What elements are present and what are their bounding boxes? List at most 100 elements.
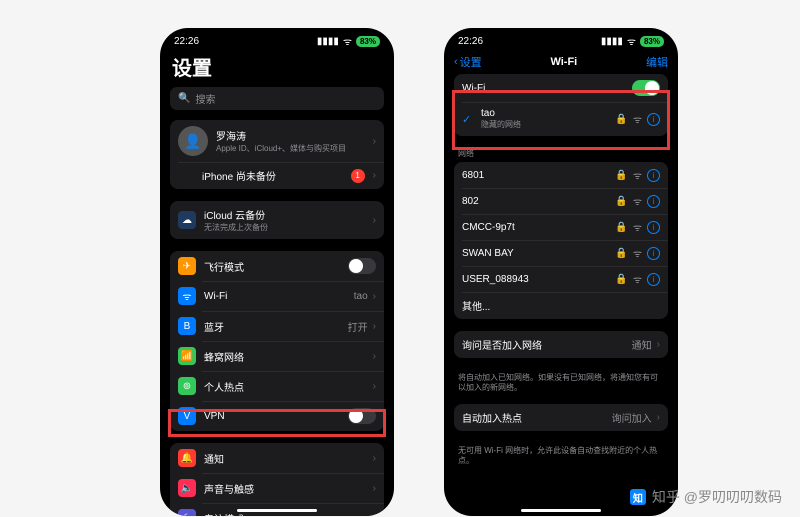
signal-icon: ▮▮▮▮	[317, 36, 339, 47]
profile-name: 罗海涛	[216, 128, 365, 143]
search-input[interactable]: 🔍 搜索	[170, 87, 384, 110]
info-icon[interactable]: i	[647, 113, 660, 126]
profile-row[interactable]: 👤 罗海涛 Apple ID、iCloud+、媒体与购买项目 ›	[170, 120, 384, 162]
badge: 1	[351, 169, 365, 183]
network-row[interactable]: 6801🔒ᯤi	[454, 162, 668, 188]
watermark: 知 知乎 @罗叨叨叨数码	[630, 487, 782, 507]
wifi-signal-icon: ᯤ	[633, 220, 642, 234]
chevron-icon: ›	[373, 381, 376, 392]
wifi-toggle-row[interactable]: Wi-Fi	[454, 74, 668, 102]
toggle[interactable]	[348, 258, 376, 274]
status-bar: 22:26 ▮▮▮▮ ᯤ 83%	[160, 28, 394, 50]
ask-join-group: 询问是否加入网络 通知›	[454, 331, 668, 358]
ask-join-row[interactable]: 询问是否加入网络 通知›	[454, 331, 668, 358]
settings-row-声音与触感[interactable]: 🔈声音与触感›	[170, 473, 384, 503]
zhihu-logo-icon: 知	[630, 489, 646, 505]
networks-header: 网络	[454, 148, 668, 162]
connected-network-row[interactable]: ✓ tao 隐藏的网络 🔒 ᯤ i	[454, 102, 668, 136]
phone-wifi: 22:26 ▮▮▮▮ ᯤ 83% ‹设置 Wi-Fi 编辑 Wi-Fi ✓	[444, 28, 678, 516]
other-network-row[interactable]: 其他...	[454, 292, 668, 319]
status-bar: 22:26 ▮▮▮▮ ᯤ 83%	[444, 28, 678, 50]
edit-button[interactable]: 编辑	[646, 54, 668, 70]
auto-hotspot-row[interactable]: 自动加入热点 询问加入›	[454, 404, 668, 431]
search-icon: 🔍	[178, 93, 190, 104]
nav-title: Wi-Fi	[550, 56, 577, 68]
wifi-signal-icon: ᯤ	[633, 168, 642, 182]
wifi-toggle[interactable]	[632, 80, 660, 96]
ask-join-note: 将自动加入已知网络。如果没有已知网络，将通知您有可以加入的新网络。	[454, 370, 668, 404]
network-row[interactable]: CMCC-9p7t🔒ᯤi	[454, 214, 668, 240]
settings-row-通知[interactable]: 🔔通知›	[170, 443, 384, 473]
chevron-icon: ›	[373, 170, 376, 181]
lock-icon: 🔒	[615, 196, 627, 207]
row-icon: B	[178, 317, 196, 335]
avatar: 👤	[178, 126, 208, 156]
phone-settings: 22:26 ▮▮▮▮ ᯤ 83% 设置 🔍 搜索 👤 罗海涛 Apple ID、…	[160, 28, 394, 516]
info-icon[interactable]: i	[647, 221, 660, 234]
info-icon[interactable]: i	[647, 247, 660, 260]
row-icon: ᯤ	[178, 287, 196, 305]
settings-row-蜂窝网络[interactable]: 📶蜂窝网络›	[170, 341, 384, 371]
row-icon: 📶	[178, 347, 196, 365]
row-icon: ☾	[178, 509, 196, 516]
auto-hotspot-group: 自动加入热点 询问加入›	[454, 404, 668, 431]
info-icon[interactable]: i	[647, 195, 660, 208]
nav-bar: ‹设置 Wi-Fi 编辑	[444, 50, 678, 74]
connectivity-group: ✈飞行模式ᯤWi-Fitao›B蓝牙打开›📶蜂窝网络›⊚个人热点›VVPN	[170, 251, 384, 431]
chevron-icon: ›	[373, 483, 376, 494]
lock-icon: 🔒	[615, 170, 627, 181]
lock-icon: 🔒	[615, 114, 627, 125]
chevron-icon: ›	[657, 412, 660, 423]
wifi-icon: ᯤ	[627, 34, 636, 48]
wifi-signal-icon: ᯤ	[633, 272, 642, 286]
row-icon: V	[178, 407, 196, 425]
battery-badge: 83%	[640, 36, 664, 47]
chevron-left-icon: ‹	[454, 56, 458, 68]
chevron-icon: ›	[373, 513, 376, 517]
signal-icon: ▮▮▮▮	[601, 36, 623, 47]
profile-group: 👤 罗海涛 Apple ID、iCloud+、媒体与购买项目 › iPhone …	[170, 120, 384, 189]
settings-row-飞行模式[interactable]: ✈飞行模式	[170, 251, 384, 281]
chevron-icon: ›	[373, 453, 376, 464]
battery-badge: 83%	[356, 36, 380, 47]
networks-group: 6801🔒ᯤi802🔒ᯤiCMCC-9p7t🔒ᯤiSWAN BAY🔒ᯤiUSER…	[454, 162, 668, 319]
settings-row-Wi-Fi[interactable]: ᯤWi-Fitao›	[170, 281, 384, 311]
chevron-icon: ›	[657, 339, 660, 350]
backup-warning-row[interactable]: iPhone 尚未备份 1 ›	[170, 162, 384, 189]
row-icon: 🔈	[178, 479, 196, 497]
profile-sub: Apple ID、iCloud+、媒体与购买项目	[216, 143, 365, 154]
row-icon: ⊚	[178, 377, 196, 395]
wifi-toggle-group: Wi-Fi ✓ tao 隐藏的网络 🔒 ᯤ i	[454, 74, 668, 136]
info-icon[interactable]: i	[647, 169, 660, 182]
wifi-signal-icon: ᯤ	[633, 194, 642, 208]
lock-icon: 🔒	[615, 222, 627, 233]
icloud-backup-group[interactable]: ☁ iCloud 云备份 无法完成上次备份 ›	[170, 201, 384, 239]
chevron-icon: ›	[373, 291, 376, 302]
chevron-icon: ›	[373, 321, 376, 332]
chevron-icon: ›	[373, 136, 376, 147]
settings-row-VPN[interactable]: VVPN	[170, 401, 384, 431]
home-indicator[interactable]	[521, 509, 601, 512]
wifi-icon: ᯤ	[343, 34, 352, 48]
settings-row-个人热点[interactable]: ⊚个人热点›	[170, 371, 384, 401]
clock: 22:26	[174, 36, 199, 47]
wifi-signal-icon: ᯤ	[633, 112, 642, 126]
lock-icon: 🔒	[615, 274, 627, 285]
back-button[interactable]: ‹设置	[454, 54, 482, 70]
check-icon: ✓	[462, 113, 473, 126]
auto-hotspot-note: 无可用 Wi-Fi 网络时，允许此设备自动查找附近的个人热点。	[454, 443, 668, 477]
clock: 22:26	[458, 36, 483, 47]
lock-icon: 🔒	[615, 248, 627, 259]
chevron-icon: ›	[373, 215, 376, 226]
network-row[interactable]: 802🔒ᯤi	[454, 188, 668, 214]
network-row[interactable]: USER_088943🔒ᯤi	[454, 266, 668, 292]
icloud-icon: ☁	[178, 211, 196, 229]
row-icon: ✈	[178, 257, 196, 275]
home-indicator[interactable]	[237, 509, 317, 512]
notifications-group: 🔔通知›🔈声音与触感›☾专注模式›⏳屏幕使用时间›	[170, 443, 384, 516]
info-icon[interactable]: i	[647, 273, 660, 286]
network-row[interactable]: SWAN BAY🔒ᯤi	[454, 240, 668, 266]
wifi-signal-icon: ᯤ	[633, 246, 642, 260]
toggle[interactable]	[348, 408, 376, 424]
settings-row-蓝牙[interactable]: B蓝牙打开›	[170, 311, 384, 341]
